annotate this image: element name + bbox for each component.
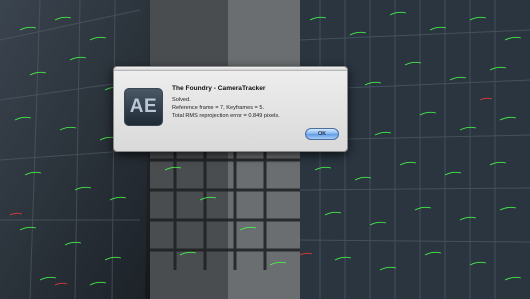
app-icon-label: AE — [129, 96, 158, 117]
ok-button[interactable]: OK — [305, 128, 339, 140]
dialog-title: The Foundry - CameraTracker — [172, 85, 266, 92]
camera-tracker-dialog: AE The Foundry - CameraTracker Solved. R… — [113, 66, 348, 152]
after-effects-app-icon: AE — [124, 88, 163, 126]
reference-frame-text: Reference frame = 7, Keyframes = 5. — [172, 105, 265, 111]
viewer: AE The Foundry - CameraTracker Solved. R… — [0, 0, 530, 299]
rms-error-text: Total RMS reprojection error = 0.849 pix… — [172, 113, 280, 119]
status-text: Solved. — [172, 97, 191, 103]
dialog-titlebar — [114, 67, 347, 71]
